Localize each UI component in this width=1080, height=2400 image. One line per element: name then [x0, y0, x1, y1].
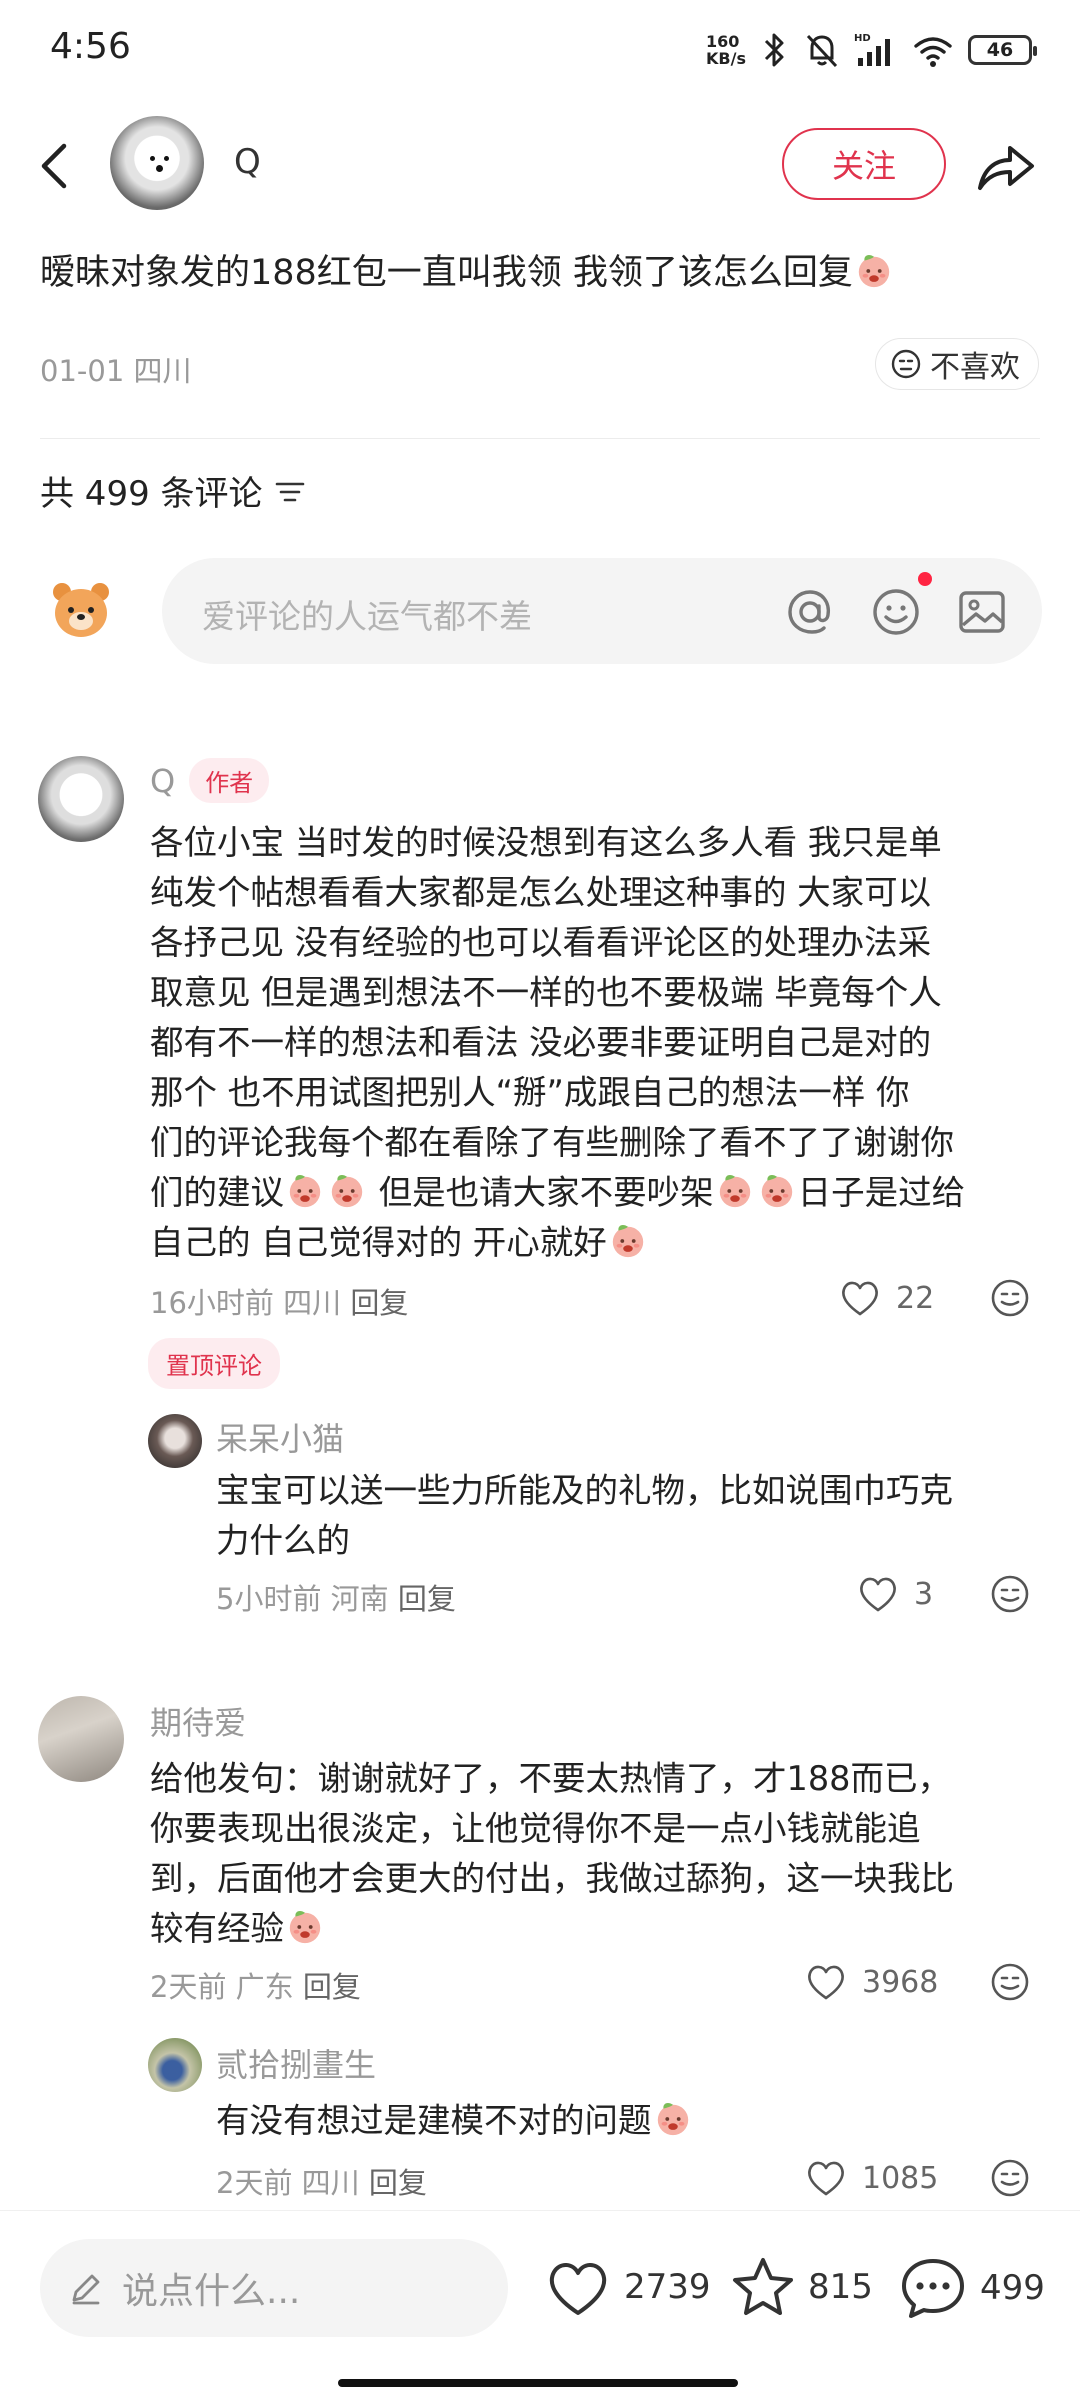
post-date-location: 01-01 四川	[40, 354, 192, 388]
post-favorite-button[interactable]: 815	[730, 2255, 873, 2319]
network-speed: 160 KB/s	[706, 32, 746, 68]
svg-text:HD: HD	[854, 33, 871, 44]
comment-meta: 2天前 广东 回复	[150, 1970, 361, 2004]
divider	[40, 438, 1040, 439]
star-icon	[733, 2258, 793, 2315]
reply-link[interactable]: 回复	[303, 1970, 361, 2004]
say-something-placeholder: 说点什么...	[122, 2271, 301, 2312]
author-name[interactable]: Q	[234, 142, 261, 182]
follow-button[interactable]: 关注	[782, 128, 946, 200]
reaction-face-icon[interactable]	[988, 1960, 1032, 2004]
comment-text: 各位小宝 当时发的时候没想到有这么多人看 我只是单 纯发个帖想看看大家都是怎么处…	[150, 823, 966, 1262]
post-title: 暧昧对象发的188红包一直叫我领 我领了该怎么回复	[40, 244, 895, 295]
like-button[interactable]: 3	[856, 1572, 933, 1616]
dislike-face-icon	[891, 349, 921, 379]
reply-meta: 5小时前 河南 回复	[216, 1582, 456, 1616]
comment-author: Q 作者	[150, 758, 270, 803]
peach-emoji-icon	[657, 2102, 688, 2136]
status-icons: 160 KB/s HD 46	[706, 26, 1037, 74]
image-icon[interactable]	[954, 584, 1010, 640]
emoji-icon[interactable]	[868, 584, 924, 640]
home-indicator[interactable]	[338, 2379, 738, 2387]
post-like-count: 2739	[624, 2267, 711, 2307]
peach-emoji-icon	[761, 1174, 792, 1208]
comment-input-placeholder: 爱评论的人运气都不差	[202, 597, 532, 636]
reply-avatar[interactable]	[148, 2038, 202, 2092]
comment-author-name[interactable]: Q	[150, 762, 175, 800]
like-button[interactable]: 3968	[804, 1960, 938, 2004]
like-count: 22	[896, 1280, 935, 1316]
at-icon[interactable]	[782, 584, 838, 640]
like-count: 1085	[862, 2160, 939, 2196]
reply-meta: 2天前 四川 回复	[216, 2166, 427, 2200]
like-count: 3968	[862, 1964, 939, 2000]
pencil-icon	[72, 2274, 100, 2305]
back-icon[interactable]	[28, 138, 84, 194]
dislike-label: 不喜欢	[930, 350, 1020, 385]
heart-icon	[549, 2263, 607, 2315]
post-comment-button[interactable]: 499	[898, 2255, 1045, 2321]
author-avatar[interactable]	[110, 116, 204, 210]
heart-icon	[842, 1281, 878, 1316]
say-something-input[interactable]: 说点什么...	[40, 2239, 508, 2337]
wifi-icon	[914, 37, 952, 67]
reply-link[interactable]: 回复	[350, 1286, 408, 1320]
heart-icon	[860, 1577, 896, 1612]
dislike-button[interactable]: 不喜欢	[875, 338, 1039, 390]
comment-text: 给他发句：谢谢就好了，不要太热情了，才188而已， 你要表现出很淡定，让他觉得你…	[150, 1759, 954, 1948]
peach-emoji-icon	[858, 254, 890, 288]
bluetooth-icon	[764, 33, 784, 67]
peach-emoji-icon	[331, 1174, 363, 1208]
reply-link[interactable]: 回复	[369, 2166, 427, 2200]
status-bar: 4:56 160 KB/s HD 46	[0, 0, 1080, 100]
comment-input[interactable]: 爱评论的人运气都不差	[162, 558, 1042, 664]
reaction-face-icon[interactable]	[988, 2156, 1032, 2200]
filter-icon[interactable]	[273, 476, 307, 506]
peach-emoji-icon	[719, 1174, 750, 1208]
new-emoji-dot	[918, 572, 932, 586]
reply-author-name[interactable]: 呆呆小猫	[216, 1414, 344, 1460]
comment-count-sort[interactable]: 共 499 条评论	[40, 466, 307, 515]
reply-link[interactable]: 回复	[398, 1582, 456, 1616]
current-user-avatar	[53, 583, 109, 637]
comment-avatar[interactable]	[38, 1696, 124, 1782]
share-icon[interactable]	[974, 136, 1036, 198]
reaction-face-icon[interactable]	[988, 1572, 1032, 1616]
post-comment-count: 499	[980, 2268, 1045, 2308]
comment-author-name[interactable]: 期待爱	[150, 1698, 246, 1744]
reply-text: 有没有想过是建模不对的问题	[216, 2096, 694, 2146]
post-like-button[interactable]: 2739	[544, 2255, 711, 2319]
peach-emoji-icon	[289, 1174, 321, 1208]
status-time: 4:56	[50, 26, 131, 67]
post-favorite-count: 815	[808, 2267, 873, 2307]
like-count: 3	[914, 1576, 934, 1612]
author-tag: 作者	[189, 758, 270, 803]
peach-emoji-icon	[612, 1224, 643, 1258]
chat-bubble-icon	[902, 2259, 964, 2318]
peach-emoji-icon	[289, 1910, 321, 1944]
post-header: Q 关注	[0, 100, 1080, 235]
comment-meta: 16小时前 四川 回复	[150, 1286, 409, 1320]
reply-author-name[interactable]: 贰拾捌畫生	[216, 2040, 376, 2086]
bottom-action-bar: 说点什么... 2739 815 499	[0, 2210, 1080, 2400]
heart-icon	[808, 2161, 844, 2196]
comment-avatar[interactable]	[38, 756, 124, 842]
signal-icon: HD	[854, 33, 890, 66]
reply-avatar[interactable]	[148, 1414, 202, 1468]
comment-count-label: 共 499 条评论	[40, 474, 263, 514]
heart-icon	[808, 1965, 844, 2000]
battery-indicator: 46	[968, 35, 1037, 65]
pinned-tag: 置顶评论	[148, 1338, 280, 1389]
reaction-face-icon[interactable]	[988, 1276, 1032, 1320]
mute-bell-icon	[806, 34, 838, 68]
reply-text: 宝宝可以送一些力所能及的礼物，比如说围巾巧克 力什么的	[216, 1471, 953, 1560]
like-button[interactable]: 1085	[804, 2156, 938, 2200]
like-button[interactable]: 22	[838, 1276, 934, 1320]
